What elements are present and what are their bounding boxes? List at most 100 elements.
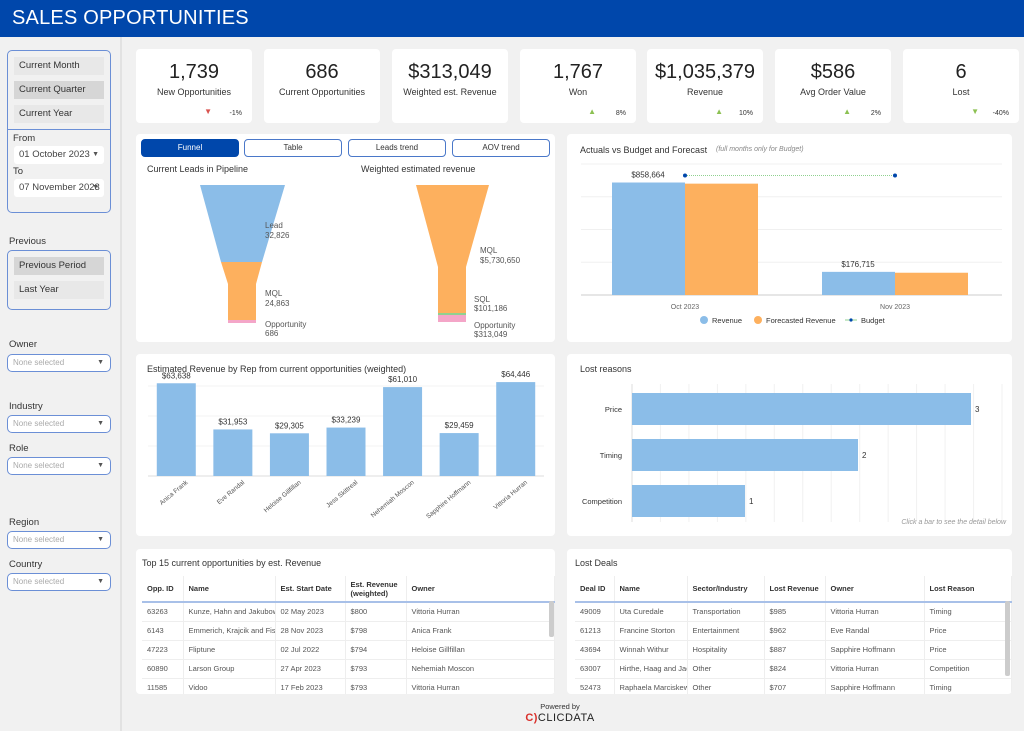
column-header[interactable]: Est. Start Date	[275, 576, 346, 602]
country-dropdown[interactable]: None selected ▼	[7, 573, 111, 591]
bar-revenue	[822, 271, 895, 295]
table-cell: Heloise Gillfillan	[406, 640, 555, 660]
table-cell: 28 Nov 2023	[275, 621, 346, 641]
trend-down-icon: ▼	[971, 107, 979, 116]
funnel-value-opportunity: $313,049	[474, 330, 508, 339]
to-label: To	[13, 166, 24, 177]
bar-value-label: 3	[975, 405, 980, 414]
kpi-change: 8%	[615, 110, 626, 117]
bar-rep	[156, 383, 196, 476]
table-cell: Nehemiah Moscon	[406, 659, 555, 679]
legend-forecast-icon	[754, 316, 762, 324]
table-row[interactable]: 61213 Francine Storton Entertainment $962 Ev…	[575, 621, 1012, 641]
funnel-stage-opportunity	[438, 315, 466, 322]
previous-period-button[interactable]: Previous Period	[14, 257, 104, 275]
kpi-label: Won	[568, 87, 588, 97]
bar-revenue	[612, 182, 685, 295]
table-row[interactable]: 11585 Vidoo 17 Feb 2023 $793 Vittoria Hurran	[142, 678, 555, 694]
bar-value-label: $64,446	[501, 370, 530, 379]
table-row[interactable]: 47223 Fliptune 02 Jul 2022 $794 Heloise Gill…	[142, 640, 555, 660]
kpi-change: 2%	[870, 110, 881, 117]
kpi-value: 6	[955, 61, 967, 83]
table-cell: 43694	[575, 640, 615, 660]
x-tick-label: Anica Frank	[158, 479, 190, 507]
funnel-panel: Funnel Table Leads trend AOV trend Curre…	[136, 134, 555, 342]
table-cell: 47223	[142, 640, 184, 660]
actuals-budget-panel: Actuals vs Budget and Forecast (full mon…	[567, 134, 1012, 342]
funnel-value-lead: 32,826	[265, 231, 290, 240]
table-row[interactable]: 63007Hirthe, Haag and JacobsOther$824Vit…	[575, 659, 1012, 679]
table-cell: Winnah Withur	[614, 640, 688, 660]
table-cell: Vittoria Hurran	[406, 678, 555, 694]
chevron-down-icon: ▼	[97, 359, 104, 366]
kpi-label: New Opportunities	[156, 87, 232, 97]
kpi-value: 1,767	[552, 61, 604, 83]
last-year-button[interactable]: Last Year	[14, 281, 104, 299]
kpi-card-revenue: $1,035,379 Revenue ▲ 10%	[647, 49, 763, 123]
kpi-value: $313,049	[408, 61, 492, 83]
industry-dropdown[interactable]: None selected ▼	[7, 415, 111, 433]
table-scrollbar[interactable]	[549, 601, 554, 637]
period-current-year-button[interactable]: Current Year	[14, 105, 104, 123]
footer: Powered by C)CLICDATA	[500, 702, 620, 724]
app-header: SALES OPPORTUNITIES	[0, 0, 1024, 37]
table-cell: Price	[924, 621, 1012, 641]
kpi-card-won: 1,767 Won ▲ 8%	[520, 49, 636, 123]
clicdata-logo: C)CLICDATA	[500, 712, 620, 724]
region-placeholder: None selected	[13, 535, 65, 544]
column-header[interactable]: Owner	[406, 576, 555, 602]
trend-up-icon: ▲	[843, 107, 851, 116]
column-header[interactable]: Name	[614, 576, 688, 602]
column-header[interactable]: Sector/Industry	[687, 576, 765, 602]
table-row[interactable]: 63263Kunze, Hahn and Jakubowski02 May 20…	[142, 602, 555, 622]
trend-up-icon: ▲	[588, 107, 596, 116]
table-cell: Hospitality	[687, 640, 765, 660]
trend-up-icon: ▲	[715, 107, 723, 116]
table-cell: Vittoria Hurran	[825, 602, 925, 622]
kpi-label: Weighted est. Revenue	[403, 87, 497, 97]
table-cell: Timing	[924, 678, 1012, 694]
chevron-down-icon: ▼	[97, 462, 104, 469]
column-header[interactable]: Name	[183, 576, 276, 602]
table-row[interactable]: 52473Raphaela MarciskewskiOther$707Sapph…	[575, 678, 1012, 694]
period-current-quarter-button[interactable]: Current Quarter	[14, 81, 104, 99]
column-header[interactable]: Opp. ID	[142, 576, 184, 602]
funnel-label-opportunity: Opportunity	[474, 321, 515, 330]
table-row[interactable]: 49009 Uta Curedale Transportation $985 Vitto…	[575, 602, 1012, 622]
table-cell: $962	[764, 621, 826, 641]
table-row[interactable]: 6143Emmerich, Krajcik and Fisher28 Nov 2…	[142, 621, 555, 641]
table-row[interactable]: 43694 Winnah Withur Hospitality $887 Sapphir…	[575, 640, 1012, 660]
column-header[interactable]: Lost Revenue	[764, 576, 826, 602]
bar-rep	[326, 427, 366, 476]
to-date-value: 07 November 2023	[19, 182, 100, 193]
table-cell: Emmerich, Krajcik and Fisher	[183, 621, 276, 641]
column-header[interactable]: Est. Revenue (weighted)	[345, 576, 407, 602]
table-cell: Fliptune	[183, 640, 276, 660]
lost-reasons-panel: Lost reasons 3 Price 2 Timing 1 Competition C…	[567, 354, 1012, 536]
table-cell: Transportation	[687, 602, 765, 622]
lost-deals-title: Lost Deals	[575, 558, 618, 568]
period-current-month-button[interactable]: Current Month	[14, 57, 104, 75]
bar-value-label: $63,638	[162, 371, 191, 380]
owner-dropdown[interactable]: None selected ▼	[7, 354, 111, 372]
column-header[interactable]: Deal ID	[575, 576, 615, 602]
table-cell: Other	[687, 678, 765, 694]
table-scrollbar[interactable]	[1005, 601, 1010, 676]
bar-rep	[496, 382, 536, 476]
table-cell: Other	[687, 659, 765, 679]
chart-legend: Revenue Forecasted Revenue Budget	[700, 316, 886, 325]
funnel-label-opportunity: Opportunity	[265, 320, 306, 329]
lost-deals-table-wrap: Deal ID Name Sector/Industry Lost Revenue Ow…	[575, 576, 1012, 694]
region-dropdown[interactable]: None selected ▼	[7, 531, 111, 549]
table-cell: 49009	[575, 602, 615, 622]
role-placeholder: None selected	[13, 461, 65, 470]
top-opportunities-panel: Top 15 current opportunities by est. Rev…	[136, 549, 555, 694]
column-header[interactable]: Owner	[825, 576, 925, 602]
bar-lost-reason	[632, 439, 858, 471]
x-tick-label: Nehemiah Moscon	[370, 479, 416, 519]
column-header[interactable]: Lost Reason	[924, 576, 1012, 602]
to-date-picker[interactable]: 07 November 2023 ▼	[14, 179, 104, 197]
role-dropdown[interactable]: None selected ▼	[7, 457, 111, 475]
from-date-picker[interactable]: 01 October 2023 ▼	[14, 146, 104, 164]
table-row[interactable]: 60890 Larson Group 27 Apr 2023 $793 Nehemiah…	[142, 659, 555, 679]
